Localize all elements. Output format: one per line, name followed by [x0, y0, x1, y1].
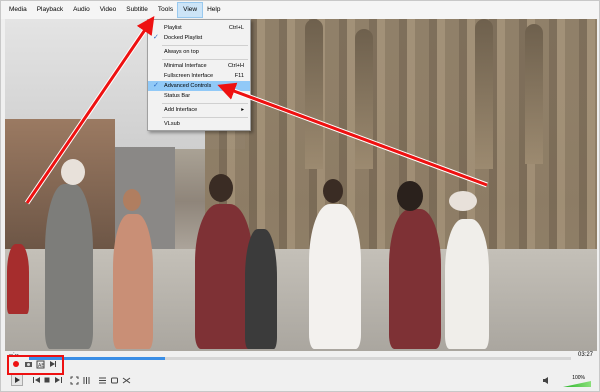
- video-person: [309, 204, 361, 349]
- menu-playback[interactable]: Playback: [32, 3, 68, 17]
- menu-audio[interactable]: Audio: [68, 3, 95, 17]
- volume-label: 100%: [572, 375, 585, 381]
- menu-separator: [162, 45, 248, 46]
- seek-bar-row: --:-- 03:27: [5, 351, 597, 363]
- menu-item-shortcut: Ctrl+L: [228, 25, 244, 31]
- video-spire: [525, 24, 543, 164]
- video-spire: [475, 19, 493, 169]
- loop-icon[interactable]: [109, 375, 119, 385]
- menu-item-label: Docked Playlist: [164, 35, 203, 41]
- menu-item-label: Playlist: [164, 25, 182, 31]
- menu-item-label: Advanced Controls: [164, 83, 212, 89]
- controls-bar: AB: [5, 360, 597, 391]
- menu-item-label: Add Interface: [164, 107, 198, 113]
- menu-item-label: VLsub: [164, 121, 180, 127]
- view-menu-dropdown: Playlist Ctrl+L ✓ Docked Playlist Always…: [147, 19, 251, 131]
- checkmark-icon: ✓: [153, 34, 159, 41]
- menu-subtitle[interactable]: Subtitle: [121, 3, 153, 17]
- video-person: [389, 209, 441, 349]
- menu-item-shortcut: F11: [234, 73, 244, 79]
- menu-item-status-bar[interactable]: Status Bar: [148, 91, 250, 101]
- video-frame[interactable]: [5, 19, 597, 351]
- fullscreen-icon[interactable]: [69, 375, 79, 385]
- video-spire: [355, 29, 373, 169]
- menu-view[interactable]: View: [177, 2, 204, 18]
- vlc-window: Media Playback Audio Video Subtitle Tool…: [0, 0, 600, 392]
- menu-help[interactable]: Help: [202, 3, 225, 17]
- video-person: [245, 229, 277, 349]
- menu-item-label: Always on top: [164, 49, 199, 55]
- next-icon[interactable]: [53, 375, 63, 385]
- menu-tools[interactable]: Tools: [153, 3, 178, 17]
- video-person-hat: [449, 191, 477, 211]
- menu-separator: [162, 117, 248, 118]
- checkmark-icon: ✓: [153, 82, 159, 89]
- video-person: [7, 244, 29, 314]
- menu-bar: Media Playback Audio Video Subtitle Tool…: [1, 1, 599, 19]
- menu-separator: [162, 103, 248, 104]
- video-person: [113, 214, 153, 349]
- menu-item-fullscreen-interface[interactable]: Fullscreen Interface F11: [148, 71, 250, 81]
- menu-item-label: Status Bar: [164, 93, 191, 99]
- menu-separator: [162, 59, 248, 60]
- video-person-hat: [61, 159, 85, 185]
- menu-item-label: Minimal Interface: [164, 63, 207, 69]
- extended-settings-icon[interactable]: [81, 375, 91, 385]
- video-street: [5, 249, 597, 351]
- stop-icon[interactable]: [42, 375, 52, 385]
- prev-icon[interactable]: [31, 375, 41, 385]
- video-person-head: [397, 181, 423, 211]
- play-icon[interactable]: [11, 374, 23, 386]
- seek-slider[interactable]: [29, 357, 571, 360]
- video-spire: [305, 19, 323, 169]
- menu-video[interactable]: Video: [95, 3, 122, 17]
- video-person-head: [323, 179, 343, 203]
- playlist-icon[interactable]: [97, 375, 107, 385]
- menu-item-advanced-controls[interactable]: ✓ Advanced Controls: [148, 81, 250, 91]
- submenu-arrow-icon: ▸: [241, 107, 244, 113]
- menu-item-minimal-interface[interactable]: Minimal Interface Ctrl+H: [148, 61, 250, 71]
- video-person-head: [209, 174, 233, 202]
- menu-item-playlist[interactable]: Playlist Ctrl+L: [148, 23, 250, 33]
- video-person: [445, 219, 489, 349]
- menu-item-docked-playlist[interactable]: ✓ Docked Playlist: [148, 33, 250, 43]
- menu-item-shortcut: Ctrl+H: [227, 63, 244, 69]
- menu-item-add-interface[interactable]: Add Interface ▸: [148, 105, 250, 115]
- annotation-box-advanced-controls: [7, 355, 64, 375]
- shuffle-icon[interactable]: [121, 375, 131, 385]
- total-time: 03:27: [577, 352, 593, 358]
- video-person-head: [123, 189, 141, 211]
- menu-media[interactable]: Media: [4, 3, 32, 17]
- video-person: [45, 184, 93, 349]
- menu-item-vlsub[interactable]: VLsub: [148, 119, 250, 129]
- menu-item-label: Fullscreen Interface: [164, 73, 214, 79]
- menu-item-always-on-top[interactable]: Always on top: [148, 47, 250, 57]
- speaker-icon[interactable]: [541, 375, 551, 385]
